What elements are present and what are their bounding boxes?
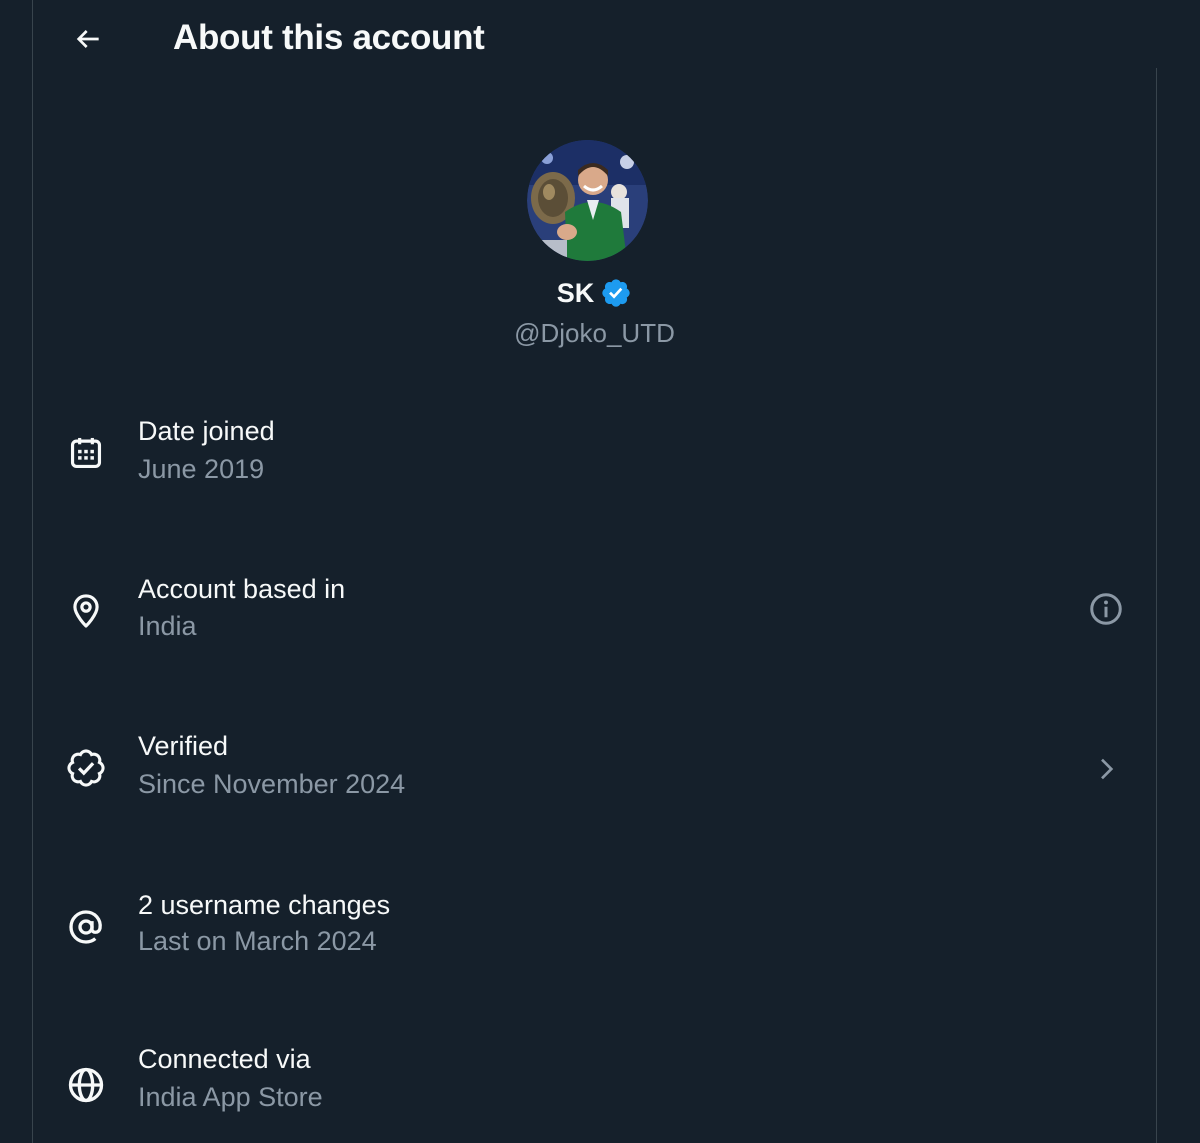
- info-row-account-based-in: Account based in India: [33, 560, 1156, 680]
- avatar[interactable]: [527, 140, 648, 261]
- item-title: Verified: [138, 731, 229, 761]
- item-title: Date joined: [138, 416, 275, 446]
- at-sign-icon: [61, 902, 111, 952]
- calendar-icon: [61, 428, 111, 478]
- profile-photo: [527, 140, 648, 261]
- name-row: SK: [33, 277, 1156, 309]
- item-title: Account based in: [138, 574, 346, 604]
- info-icon[interactable]: [1081, 584, 1131, 634]
- info-row-date-joined: Date joined June 2019: [33, 400, 1156, 520]
- item-subtitle: Since November 2024: [138, 769, 406, 799]
- verified-badge-icon[interactable]: [600, 277, 632, 309]
- item-subtitle: India: [138, 611, 197, 641]
- verified-outline-icon: [61, 743, 111, 793]
- info-row-verified[interactable]: Verified Since November 2024: [33, 718, 1156, 838]
- page-title: About this account: [173, 18, 485, 57]
- username-handle: @Djoko_UTD: [514, 318, 675, 348]
- info-row-username-changes: 2 username changes Last on March 2024: [33, 876, 1156, 996]
- back-button[interactable]: [63, 14, 113, 64]
- info-row-connected-via: Connected via India App Store: [33, 1030, 1156, 1143]
- item-subtitle: Last on March 2024: [138, 926, 377, 956]
- chevron-right-icon[interactable]: [1081, 744, 1131, 794]
- column-border-right: [1156, 68, 1157, 1143]
- page-header: About this account: [33, 0, 1156, 80]
- location-pin-icon: [61, 586, 111, 636]
- about-account-page: About this account SK @Djoko_UTD Date jo…: [0, 0, 1200, 1143]
- arrow-left-icon: [76, 30, 99, 48]
- item-title: Connected via: [138, 1044, 311, 1074]
- item-title: 2 username changes: [138, 890, 391, 920]
- globe-icon: [61, 1060, 111, 1110]
- item-subtitle: June 2019: [138, 454, 265, 484]
- display-name: SK: [556, 277, 595, 308]
- item-subtitle: India App Store: [138, 1082, 323, 1112]
